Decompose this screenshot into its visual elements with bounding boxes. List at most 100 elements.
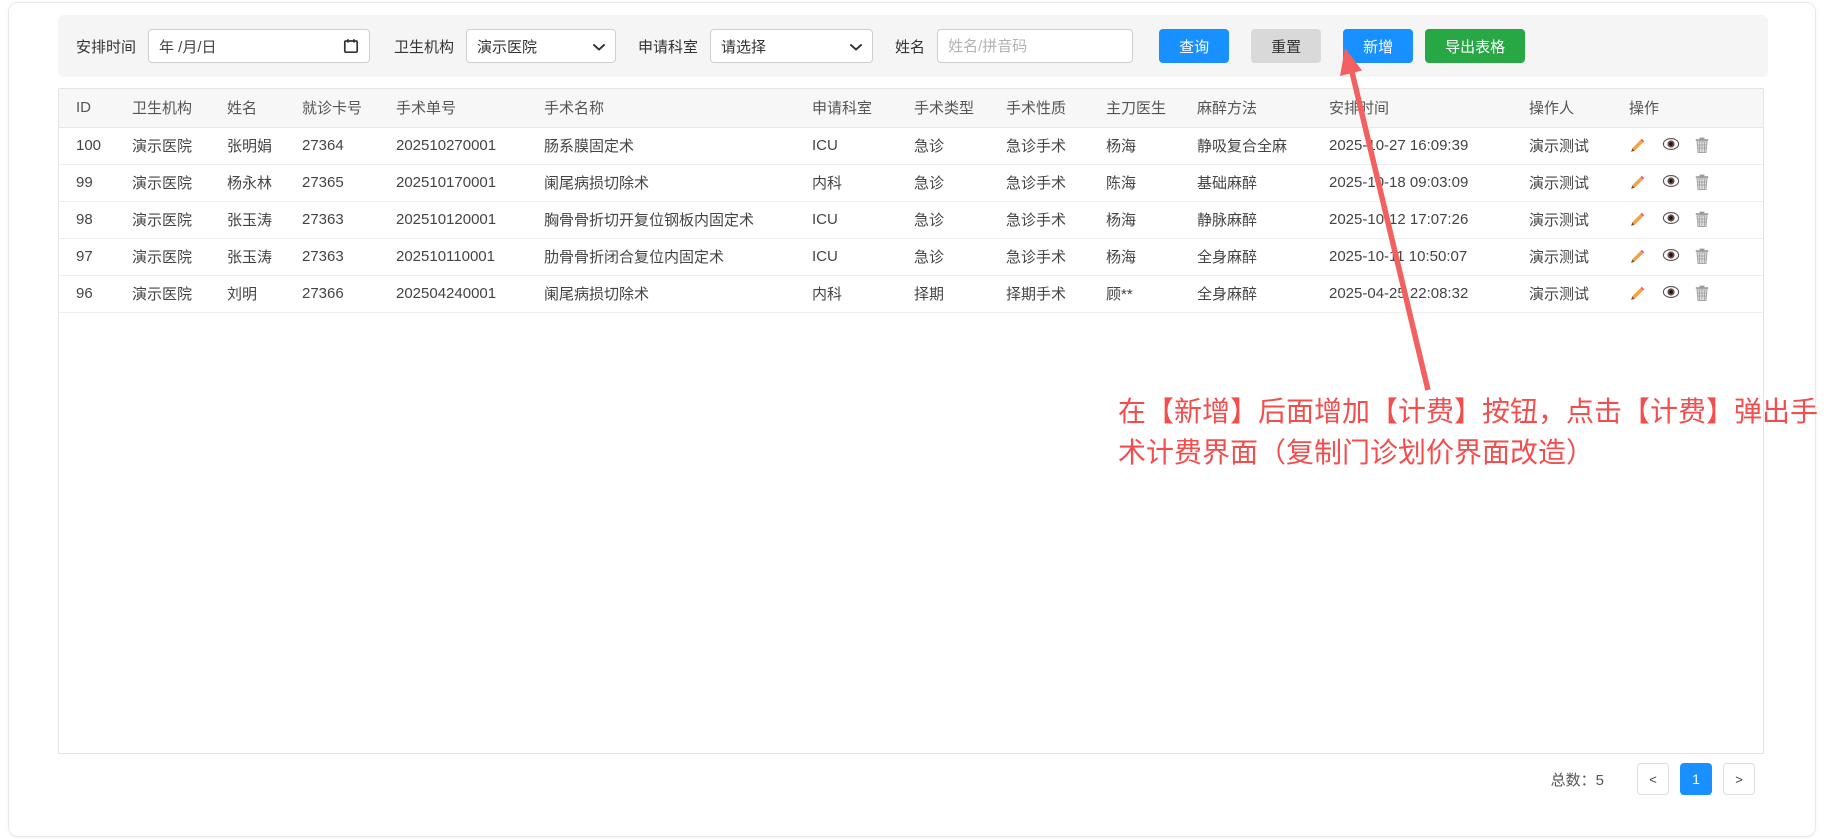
cell-nature: 急诊手术 <box>1006 164 1106 201</box>
cell-id: 100 <box>59 127 132 164</box>
header-cell-13: 操作 <box>1629 89 1763 127</box>
cell-time: 2025-10-27 16:09:39 <box>1329 127 1529 164</box>
eye-icon[interactable] <box>1662 174 1680 192</box>
cell-surgery: 阑尾病损切除术 <box>544 164 812 201</box>
eye-icon[interactable] <box>1662 285 1680 303</box>
cell-name: 张玉涛 <box>227 238 302 275</box>
dept-select[interactable]: 请选择 <box>710 29 873 63</box>
cell-surgeon: 杨海 <box>1106 127 1197 164</box>
current-page-button[interactable]: 1 <box>1680 763 1712 795</box>
cell-order_no: 202504240001 <box>396 275 544 312</box>
cell-operations <box>1629 201 1763 238</box>
header-cell-10: 麻醉方法 <box>1197 89 1329 127</box>
cell-operator: 演示测试 <box>1529 127 1629 164</box>
cell-operations <box>1629 275 1763 312</box>
header-cell-12: 操作人 <box>1529 89 1629 127</box>
cell-name: 张明娟 <box>227 127 302 164</box>
annotation-text: 在【新增】后面增加【计费】按钮，点击【计费】弹出手术计费界面（复制门诊划价界面改… <box>1118 392 1824 473</box>
trash-icon[interactable] <box>1695 137 1713 155</box>
cell-dept: ICU <box>812 127 914 164</box>
add-button[interactable]: 新增 <box>1343 29 1413 63</box>
pencil-icon[interactable] <box>1629 248 1647 266</box>
cell-anesthesia: 全身麻醉 <box>1197 238 1329 275</box>
pencil-icon[interactable] <box>1629 174 1647 192</box>
trash-icon[interactable] <box>1695 285 1713 303</box>
cell-anesthesia: 静吸复合全麻 <box>1197 127 1329 164</box>
cell-time: 2025-04-25 22:08:32 <box>1329 275 1529 312</box>
export-button[interactable]: 导出表格 <box>1425 29 1525 63</box>
cell-id: 96 <box>59 275 132 312</box>
pencil-icon[interactable] <box>1629 285 1647 303</box>
org-select[interactable]: 演示医院 <box>466 29 616 63</box>
cell-card_no: 27363 <box>302 201 396 238</box>
cell-surgery: 肋骨骨折闭合复位内固定术 <box>544 238 812 275</box>
table-row: 98演示医院张玉涛27363202510120001胸骨骨折切开复位钢板内固定术… <box>59 201 1763 238</box>
cell-org: 演示医院 <box>132 201 227 238</box>
cell-type: 急诊 <box>914 201 1006 238</box>
cell-surgeon: 杨海 <box>1106 238 1197 275</box>
cell-card_no: 27364 <box>302 127 396 164</box>
total-count: 总数：5 <box>1551 769 1604 790</box>
cell-type: 急诊 <box>914 238 1006 275</box>
cell-time: 2025-10-11 10:50:07 <box>1329 238 1529 275</box>
table-header-row: ID卫生机构姓名就诊卡号手术单号手术名称申请科室手术类型手术性质主刀医生麻醉方法… <box>59 89 1763 127</box>
cell-dept: ICU <box>812 201 914 238</box>
cell-operations <box>1629 164 1763 201</box>
trash-icon[interactable] <box>1695 248 1713 266</box>
eye-icon[interactable] <box>1662 211 1680 229</box>
name-input[interactable] <box>937 29 1133 63</box>
query-button[interactable]: 查询 <box>1159 29 1229 63</box>
cell-surgery: 肠系膜固定术 <box>544 127 812 164</box>
schedule-date-input[interactable]: 年 /月/日 <box>148 29 370 63</box>
cell-surgery: 阑尾病损切除术 <box>544 275 812 312</box>
cell-nature: 择期手术 <box>1006 275 1106 312</box>
cell-operations <box>1629 127 1763 164</box>
eye-icon[interactable] <box>1662 137 1680 155</box>
header-cell-2: 姓名 <box>227 89 302 127</box>
pencil-icon[interactable] <box>1629 137 1647 155</box>
filter-bar: 安排时间 年 /月/日 卫生机构 演示医院 申请科室 请选择 姓名 查询 重置 … <box>58 15 1768 77</box>
trash-icon[interactable] <box>1695 174 1713 192</box>
chevron-down-icon <box>850 38 862 55</box>
cell-operator: 演示测试 <box>1529 238 1629 275</box>
cell-id: 97 <box>59 238 132 275</box>
trash-icon[interactable] <box>1695 211 1713 229</box>
cell-nature: 急诊手术 <box>1006 201 1106 238</box>
cell-order_no: 202510270001 <box>396 127 544 164</box>
cell-dept: 内科 <box>812 164 914 201</box>
cell-order_no: 202510120001 <box>396 201 544 238</box>
table-row: 96演示医院刘明27366202504240001阑尾病损切除术内科择期择期手术… <box>59 275 1763 312</box>
cell-operations <box>1629 238 1763 275</box>
date-placeholder: 年 /月/日 <box>159 36 217 57</box>
cell-surgeon: 顾** <box>1106 275 1197 312</box>
table-row: 99演示医院杨永林27365202510170001阑尾病损切除术内科急诊急诊手… <box>59 164 1763 201</box>
cell-anesthesia: 全身麻醉 <box>1197 275 1329 312</box>
cell-type: 急诊 <box>914 164 1006 201</box>
cell-operator: 演示测试 <box>1529 164 1629 201</box>
cell-nature: 急诊手术 <box>1006 238 1106 275</box>
next-page-button[interactable]: > <box>1723 763 1755 795</box>
org-select-value: 演示医院 <box>477 36 537 57</box>
name-label: 姓名 <box>895 36 925 57</box>
cell-nature: 急诊手术 <box>1006 127 1106 164</box>
eye-icon[interactable] <box>1662 248 1680 266</box>
calendar-icon <box>343 38 359 54</box>
pencil-icon[interactable] <box>1629 211 1647 229</box>
reset-button[interactable]: 重置 <box>1251 29 1321 63</box>
surgery-table: ID卫生机构姓名就诊卡号手术单号手术名称申请科室手术类型手术性质主刀医生麻醉方法… <box>59 89 1763 313</box>
cell-anesthesia: 静脉麻醉 <box>1197 201 1329 238</box>
cell-time: 2025-10-18 09:03:09 <box>1329 164 1529 201</box>
header-cell-3: 就诊卡号 <box>302 89 396 127</box>
cell-time: 2025-10-12 17:07:26 <box>1329 201 1529 238</box>
cell-surgeon: 陈海 <box>1106 164 1197 201</box>
cell-dept: 内科 <box>812 275 914 312</box>
header-cell-8: 手术性质 <box>1006 89 1106 127</box>
header-cell-11: 安排时间 <box>1329 89 1529 127</box>
cell-id: 99 <box>59 164 132 201</box>
cell-surgeon: 杨海 <box>1106 201 1197 238</box>
header-cell-4: 手术单号 <box>396 89 544 127</box>
header-cell-7: 手术类型 <box>914 89 1006 127</box>
table-row: 100演示医院张明娟27364202510270001肠系膜固定术ICU急诊急诊… <box>59 127 1763 164</box>
prev-page-button[interactable]: < <box>1637 763 1669 795</box>
cell-order_no: 202510170001 <box>396 164 544 201</box>
